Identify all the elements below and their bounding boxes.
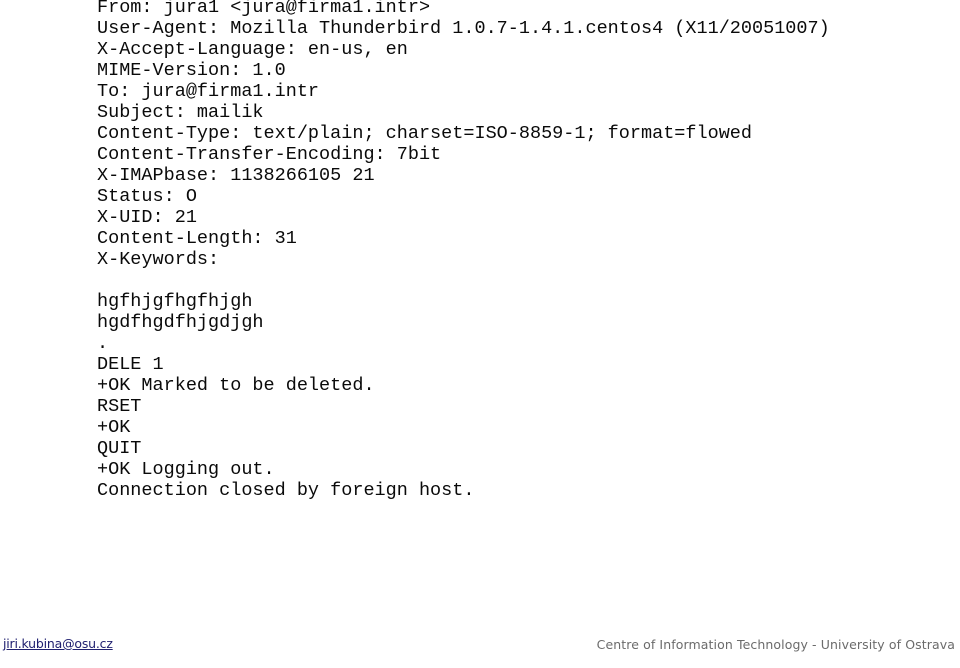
transcript-line: Content-Transfer-Encoding: 7bit: [97, 144, 442, 165]
transcript-line: User-Agent: Mozilla Thunderbird 1.0.7-1.…: [97, 18, 830, 39]
footer-email-link[interactable]: jiri.kubina@osu.cz: [3, 636, 113, 651]
transcript-line: +OK Marked to be deleted.: [97, 375, 375, 396]
transcript-line: From: jura1 <jura@firma1.intr>: [97, 0, 431, 18]
transcript-line: X-IMAPbase: 1138266105 21: [97, 165, 375, 186]
transcript-line: Connection closed by foreign host.: [97, 480, 475, 501]
transcript-line: To: jura@firma1.intr: [97, 81, 320, 102]
footer-organization-label: Centre of Information Technology - Unive…: [596, 637, 955, 652]
slide-footer: jiri.kubina@osu.cz Centre of Information…: [0, 628, 960, 668]
transcript-line: hgdfhgdfhjgdjgh: [97, 312, 264, 333]
transcript-line: QUIT: [97, 438, 142, 459]
transcript-line: Content-Length: 31: [97, 228, 297, 249]
pop3-session-transcript: From: jura1 <jura@firma1.intr> User-Agent…: [97, 0, 830, 501]
slide-page: From: jura1 <jura@firma1.intr> User-Agent…: [0, 0, 960, 668]
transcript-blank-line: [97, 270, 830, 291]
transcript-line: DELE 1: [97, 354, 164, 375]
transcript-line: RSET: [97, 396, 142, 417]
transcript-line: +OK: [97, 417, 131, 438]
transcript-line: X-Keywords:: [97, 249, 220, 270]
transcript-line: X-Accept-Language: en-us, en: [97, 39, 408, 60]
transcript-line: MIME-Version: 1.0: [97, 60, 286, 81]
transcript-line: X-UID: 21: [97, 207, 197, 228]
transcript-line: Subject: mailik: [97, 102, 264, 123]
transcript-line: +OK Logging out.: [97, 459, 275, 480]
transcript-line: Status: O: [97, 186, 197, 207]
transcript-line: hgfhjgfhgfhjgh: [97, 291, 253, 312]
transcript-line: .: [97, 333, 109, 354]
transcript-line: Content-Type: text/plain; charset=ISO-88…: [97, 123, 753, 144]
